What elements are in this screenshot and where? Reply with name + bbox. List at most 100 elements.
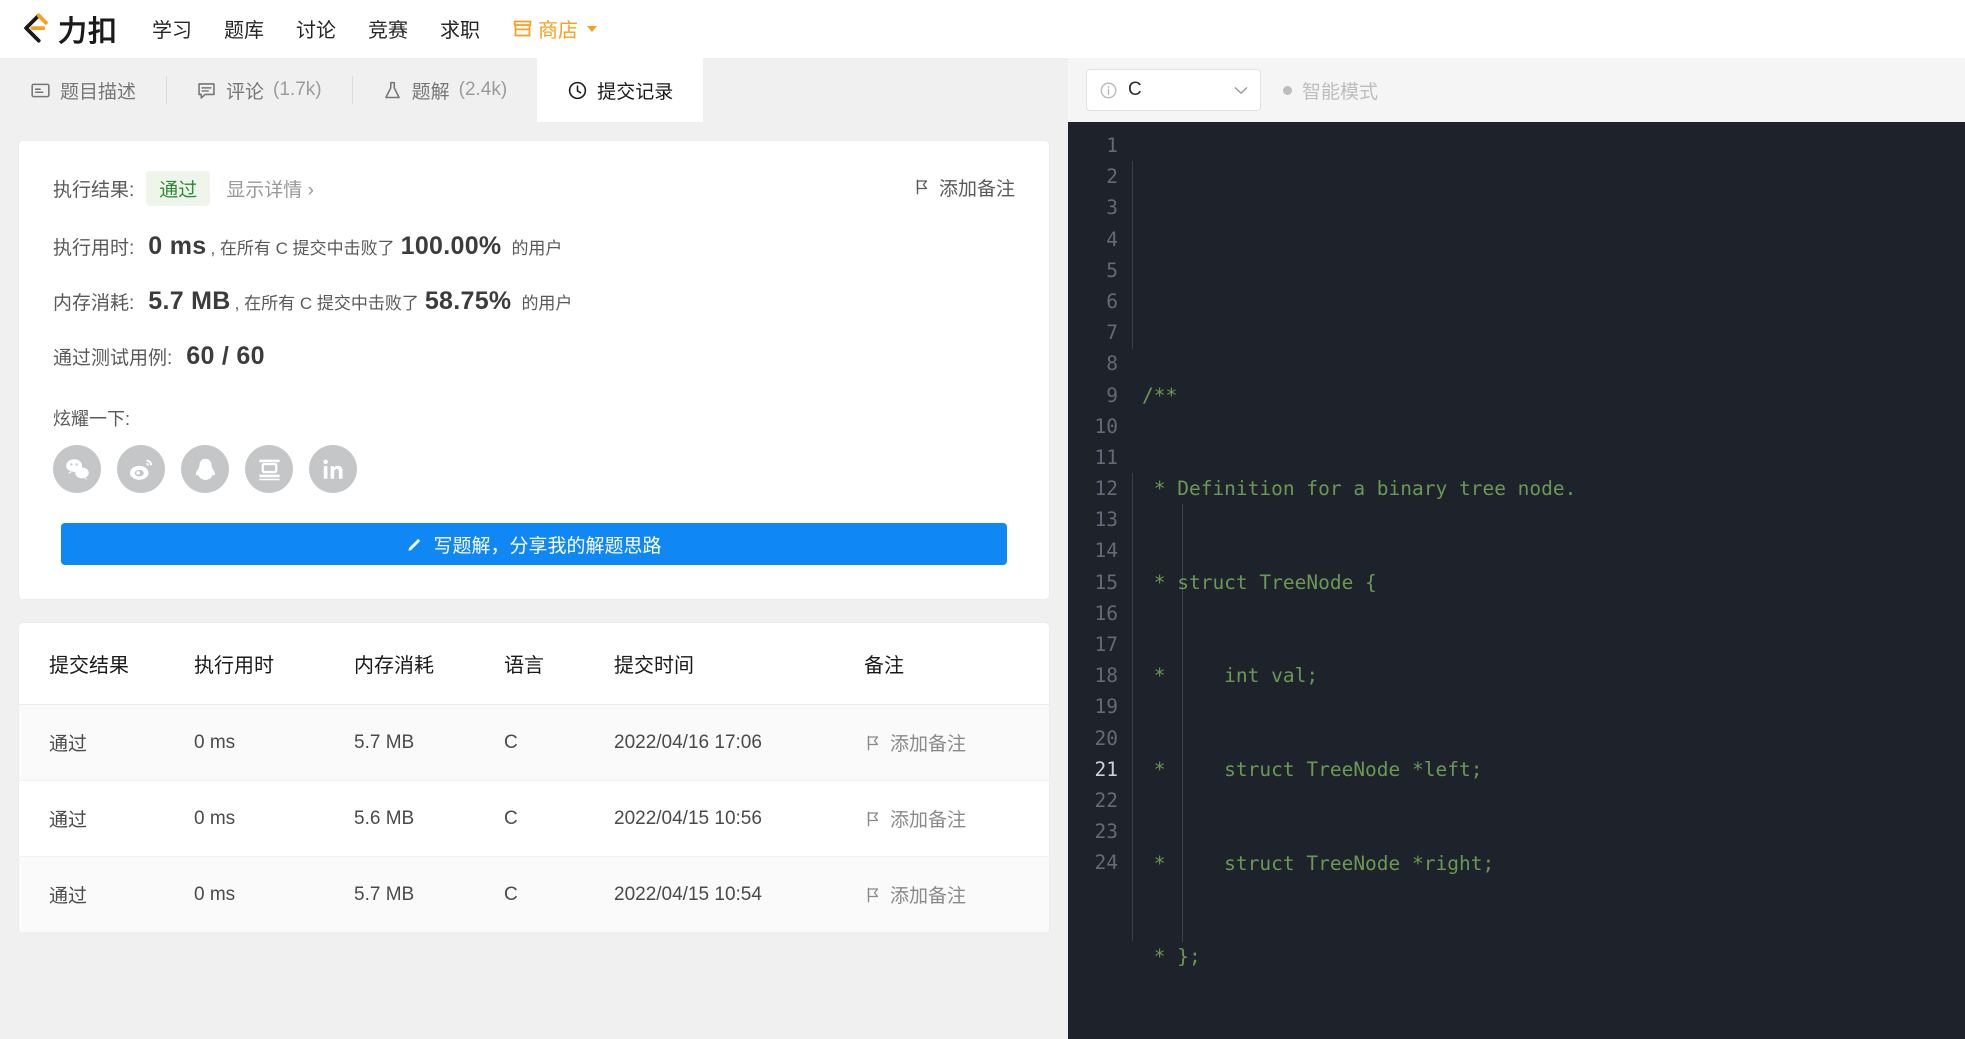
wechat-share-button[interactable] <box>53 445 101 493</box>
solution-flask-icon <box>384 81 400 98</box>
nav-item-jobs[interactable]: 求职 <box>440 14 480 43</box>
flag-icon <box>867 735 879 750</box>
tab-submissions[interactable]: 提交记录 <box>537 58 704 122</box>
tab-solutions[interactable]: 题解 (2.4k) <box>351 58 538 122</box>
row-note-cell[interactable]: 添加备注 <box>864 780 1049 857</box>
code-line: * struct TreeNode *left; <box>1142 758 1483 781</box>
row-note-cell[interactable]: 添加备注 <box>864 704 1049 781</box>
brand-name: 力扣 <box>58 15 119 48</box>
share-section: 炫耀一下: <box>53 405 1015 493</box>
runtime-mid-text: , 在所有 C 提交中击败了 <box>210 239 395 258</box>
write-solution-label: 写题解，分享我的解题思路 <box>433 535 662 557</box>
left-panel: 题目描述 评论 (1.7k) 题解 (2.4k) 提交记录 执行结果: 通过 显… <box>0 58 1068 1039</box>
code-editor[interactable]: 123 456 789 10 11 12 13 14 15 16 17 18 19 20 21… <box>1068 122 1965 1039</box>
show-details-link[interactable]: 显示详情 › <box>226 175 314 202</box>
row-language: C <box>504 856 614 933</box>
testcases-label: 通过测试用例: <box>53 348 173 369</box>
line-number: 16 <box>1094 601 1118 625</box>
line-number: 9 <box>1106 383 1118 407</box>
line-number: 18 <box>1094 664 1118 688</box>
linkedin-share-button[interactable] <box>309 445 357 493</box>
write-solution-button[interactable]: 写题解，分享我的解题思路 <box>61 523 1007 565</box>
col-note: 备注 <box>864 623 1049 705</box>
line-number: 17 <box>1094 633 1118 656</box>
language-select[interactable]: C <box>1086 69 1261 111</box>
code-line: /** <box>1142 383 1178 407</box>
submission-result-card: 执行结果: 通过 显示详情 › 添加备注 执行用时: 0 ms , 在所有 C … <box>18 140 1050 600</box>
row-add-note-button[interactable]: 添加备注 <box>864 805 1049 832</box>
table-row[interactable]: 通过 0 ms 5.7 MB C 2022/04/16 17:06 添加备注 <box>19 704 1049 781</box>
weibo-share-button[interactable] <box>117 445 165 493</box>
result-status-row: 执行结果: 通过 显示详情 › 添加备注 <box>53 171 1015 206</box>
comment-icon <box>198 82 215 99</box>
row-time: 2022/04/16 17:06 <box>614 704 864 781</box>
tab-comments-label: 评论 <box>226 81 265 103</box>
tab-comments[interactable]: 评论 (1.7k) <box>166 58 352 122</box>
flag-icon <box>867 887 879 902</box>
weibo-share-icon <box>129 459 152 480</box>
editor-gutter: 123 456 789 10 11 12 13 14 15 16 17 18 19 20 21… <box>1068 122 1132 1039</box>
tab-solutions-count: (2.4k) <box>458 79 508 100</box>
line-number: 5 <box>1106 258 1118 282</box>
tab-description[interactable]: 题目描述 <box>0 58 166 122</box>
line-number: 22 <box>1094 788 1118 812</box>
nav-item-store[interactable]: 商店 <box>512 14 598 43</box>
nav-item-discuss[interactable]: 讨论 <box>296 14 336 43</box>
code-line: * struct TreeNode { <box>1142 570 1377 594</box>
linkedin-share-icon <box>322 459 342 479</box>
nav-item-problems[interactable]: 题库 <box>224 14 264 43</box>
clock-icon <box>569 81 587 99</box>
submissions-table-body: 通过 0 ms 5.7 MB C 2022/04/16 17:06 添加备注 通… <box>19 704 1049 933</box>
table-header-row: 提交结果 执行用时 内存消耗 语言 提交时间 备注 <box>19 623 1049 705</box>
testcases-row: 通过测试用例: 60 / 60 <box>53 342 1015 371</box>
code-content[interactable]: /** * Definition for a binary tree node.… <box>1132 122 1965 1039</box>
row-add-note-label: 添加备注 <box>890 886 967 907</box>
main-split: 题目描述 评论 (1.7k) 题解 (2.4k) 提交记录 执行结果: 通过 显… <box>0 58 1965 1039</box>
runtime-value: 0 ms <box>148 232 207 260</box>
share-buttons-row <box>53 445 1015 493</box>
row-note-cell[interactable]: 添加备注 <box>864 856 1049 933</box>
row-add-note-button[interactable]: 添加备注 <box>864 729 1049 756</box>
line-number: 12 <box>1094 477 1118 501</box>
left-scroll-content: 执行结果: 通过 显示详情 › 添加备注 执行用时: 0 ms , 在所有 C … <box>0 122 1068 1039</box>
qq-share-icon <box>195 458 215 480</box>
nav-item-study[interactable]: 学习 <box>152 14 192 43</box>
memory-label: 内存消耗: <box>53 293 135 314</box>
memory-percentile: 58.75% <box>424 287 512 315</box>
qq-share-button[interactable] <box>181 445 229 493</box>
row-result[interactable]: 通过 <box>19 704 194 781</box>
col-language: 语言 <box>504 623 614 705</box>
runtime-label: 执行用时: <box>53 238 135 259</box>
line-number: 15 <box>1094 570 1118 594</box>
memory-row: 内存消耗: 5.7 MB , 在所有 C 提交中击败了 58.75% 的用户 <box>53 287 1015 316</box>
chevron-down-icon <box>587 25 598 32</box>
row-language: C <box>504 704 614 781</box>
line-number: 20 <box>1094 726 1118 750</box>
line-number: 14 <box>1094 539 1118 563</box>
submissions-table-head: 提交结果 执行用时 内存消耗 语言 提交时间 备注 <box>19 623 1049 705</box>
line-number: 4 <box>1106 227 1118 251</box>
line-number: 7 <box>1106 321 1118 345</box>
row-add-note-button[interactable]: 添加备注 <box>864 881 1049 908</box>
row-result[interactable]: 通过 <box>19 856 194 933</box>
row-result[interactable]: 通过 <box>19 780 194 857</box>
table-row[interactable]: 通过 0 ms 5.6 MB C 2022/04/15 10:56 添加备注 <box>19 780 1049 857</box>
col-time: 提交时间 <box>614 623 864 705</box>
smart-mode-toggle[interactable]: 智能模式 <box>1283 77 1378 104</box>
add-note-label: 添加备注 <box>938 178 1015 200</box>
line-number: 24 <box>1094 851 1118 875</box>
leetcode-cn-logo-icon <box>24 13 48 43</box>
row-language: C <box>504 780 614 857</box>
row-add-note-label: 添加备注 <box>890 810 967 831</box>
nav-item-contest[interactable]: 竞赛 <box>368 14 408 43</box>
douban-share-button[interactable] <box>245 445 293 493</box>
add-note-button[interactable]: 添加备注 <box>913 174 1015 201</box>
flag-icon <box>867 811 879 826</box>
memory-mid-text: , 在所有 C 提交中击败了 <box>234 294 419 313</box>
wechat-share-icon <box>65 458 89 480</box>
brand-logo[interactable]: 力扣 <box>18 8 118 50</box>
col-runtime: 执行用时 <box>194 623 354 705</box>
table-row[interactable]: 通过 0 ms 5.7 MB C 2022/04/15 10:54 添加备注 <box>19 856 1049 933</box>
tab-comments-count: (1.7k) <box>273 79 322 100</box>
row-runtime: 0 ms <box>194 856 354 933</box>
